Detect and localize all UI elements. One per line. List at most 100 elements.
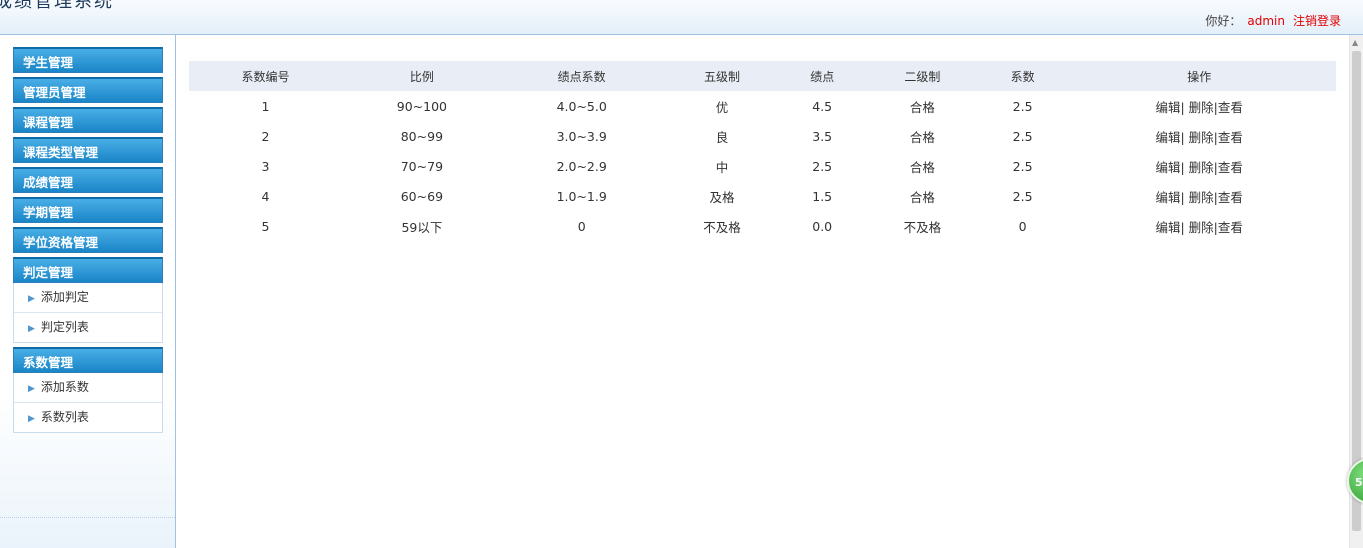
table-cell: 2.5	[1012, 98, 1033, 114]
delete-link[interactable]: 删除|	[1185, 100, 1218, 115]
column-header: 操作	[1187, 69, 1212, 84]
sidebar-group-2[interactable]: 课程管理	[13, 107, 163, 133]
table-cell: 2.0~2.9	[556, 158, 607, 174]
user-greeting: 你好： admin 注销登录	[1205, 12, 1341, 29]
row-actions: 编辑| 删除|查看	[1062, 121, 1336, 151]
view-link[interactable]: 查看	[1218, 160, 1243, 175]
table-cell: 4.5	[812, 98, 833, 114]
top-header: 成绩管理系统 你好： admin 注销登录	[0, 0, 1363, 35]
table-cell: 中	[715, 159, 729, 175]
table-cell: 2.5	[812, 158, 833, 174]
table-cell: 70~79	[400, 158, 444, 174]
table-cell: 80~99	[400, 128, 444, 144]
table-cell: 5	[261, 218, 270, 234]
table-cell: 不及格	[903, 219, 942, 235]
table-cell: 90~100	[396, 98, 448, 114]
edit-link[interactable]: 编辑|	[1155, 220, 1184, 235]
column-header: 系数	[1010, 69, 1035, 84]
sidebar-group-8[interactable]: 系数管理	[13, 347, 163, 373]
sidebar-menu: 学生管理管理员管理课程管理课程类型管理 成绩管理学期管理学位资格管理 判定管理 ▶ 添加…	[13, 47, 163, 437]
sidebar-group-3[interactable]: 课程类型管理	[13, 137, 163, 163]
row-actions: 编辑| 删除|查看	[1062, 181, 1336, 211]
main-content: 系数编号 比例 绩点系数 五级制 绩点 二级制 系数 操作 1 90~100 4.0~5.0 优 4.…	[189, 61, 1336, 241]
delete-link[interactable]: 删除|	[1185, 160, 1218, 175]
table-cell: 及格	[709, 189, 735, 205]
sidebar-subitem-label: 添加系数	[40, 380, 89, 394]
column-header: 绩点	[810, 69, 835, 84]
greeting-label: 你好：	[1205, 14, 1242, 28]
sidebar-sublist: ▶ 添加判定 ▶ 判定列表	[13, 283, 163, 343]
table-cell: 3.5	[812, 128, 833, 144]
delete-link[interactable]: 删除|	[1185, 220, 1218, 235]
app-title: 成绩管理系统	[0, 0, 114, 12]
sidebar-group-1[interactable]: 管理员管理	[13, 77, 163, 103]
caret-right-icon: ▶	[28, 384, 35, 394]
view-link[interactable]: 查看	[1218, 190, 1243, 205]
delete-link[interactable]: 删除|	[1185, 190, 1218, 205]
column-header: 比例	[409, 69, 434, 84]
table-row: 5 59以下 0 不及格 0.0 不及格 0 编辑| 删除|查看	[189, 211, 1336, 241]
username: admin	[1247, 14, 1285, 28]
edit-link[interactable]: 编辑|	[1155, 160, 1184, 175]
caret-right-icon: ▶	[28, 294, 35, 304]
view-link[interactable]: 查看	[1218, 220, 1243, 235]
sidebar-group-6[interactable]: 学位资格管理	[13, 227, 163, 253]
sidebar-subitem[interactable]: ▶ 添加系数	[14, 373, 162, 402]
sidebar-subitem-label: 判定列表	[40, 320, 89, 334]
logout-link[interactable]: 注销登录	[1293, 14, 1341, 28]
caret-right-icon: ▶	[28, 324, 35, 334]
table-row: 2 80~99 3.0~3.9 良 3.5 合格 2.5 编辑| 删除|查看	[189, 121, 1336, 151]
table-cell: 1.5	[812, 188, 833, 204]
sidebar-divider	[0, 517, 175, 518]
table-cell: 0	[1018, 218, 1027, 234]
row-actions: 编辑| 删除|查看	[1062, 211, 1336, 241]
sidebar-group-0[interactable]: 学生管理	[13, 47, 163, 73]
edit-link[interactable]: 编辑|	[1155, 100, 1184, 115]
sidebar-subitem-label: 系数列表	[40, 410, 89, 424]
table-cell: 1	[261, 98, 270, 114]
edit-link[interactable]: 编辑|	[1155, 130, 1184, 145]
column-header: 绩点系数	[557, 69, 606, 84]
table-cell: 合格	[909, 189, 935, 205]
table-cell: 2.5	[1012, 158, 1033, 174]
view-link[interactable]: 查看	[1218, 130, 1243, 145]
column-header: 五级制	[703, 69, 740, 84]
sidebar-subitem-label: 添加判定	[40, 290, 89, 304]
table-cell: 合格	[909, 129, 935, 145]
sidebar-group-7[interactable]: 判定管理	[13, 257, 163, 283]
view-link[interactable]: 查看	[1218, 100, 1243, 115]
table-cell: 2.5	[1012, 188, 1033, 204]
table-row: 4 60~69 1.0~1.9 及格 1.5 合格 2.5 编辑| 删除|查看	[189, 181, 1336, 211]
row-actions: 编辑| 删除|查看	[1062, 151, 1336, 181]
table-cell: 不及格	[703, 219, 741, 235]
scroll-up-arrow-icon[interactable]: ▲	[1352, 38, 1358, 47]
caret-right-icon: ▶	[28, 414, 35, 424]
sidebar-group-4[interactable]: 成绩管理	[13, 167, 163, 193]
sidebar-sublist: ▶ 添加系数 ▶ 系数列表	[13, 373, 163, 433]
table-cell: 4	[261, 188, 270, 204]
table-cell: 合格	[909, 99, 935, 115]
sidebar-subitem[interactable]: ▶ 系数列表	[14, 402, 162, 432]
table-cell: 2.5	[1012, 128, 1033, 144]
table-cell: 3.0~3.9	[556, 128, 607, 144]
table-cell: 优	[715, 99, 729, 115]
table-cell: 3	[261, 158, 270, 174]
table-body: 1 90~100 4.0~5.0 优 4.5 合格 2.5 编辑| 删除|查看 2 80~99 3.…	[189, 91, 1336, 241]
sidebar-subitem[interactable]: ▶ 添加判定	[14, 283, 162, 312]
table-cell: 合格	[909, 159, 935, 175]
table-row: 1 90~100 4.0~5.0 优 4.5 合格 2.5 编辑| 删除|查看	[189, 91, 1336, 121]
table-cell: 1.0~1.9	[556, 188, 607, 204]
coefficient-table: 系数编号 比例 绩点系数 五级制 绩点 二级制 系数 操作 1 90~100 4.0~5.0 优 4.…	[189, 61, 1336, 241]
delete-link[interactable]: 删除|	[1185, 130, 1218, 145]
table-header-row: 系数编号 比例 绩点系数 五级制 绩点 二级制 系数 操作	[189, 61, 1336, 91]
sidebar: 学生管理管理员管理课程管理课程类型管理 成绩管理学期管理学位资格管理 判定管理 ▶ 添加…	[0, 35, 176, 548]
sidebar-group-5[interactable]: 学期管理	[13, 197, 163, 223]
table-cell: 59以下	[401, 219, 443, 235]
table-cell: 0	[577, 218, 586, 234]
row-actions: 编辑| 删除|查看	[1062, 91, 1336, 121]
sidebar-subitem[interactable]: ▶ 判定列表	[14, 312, 162, 342]
table-cell: 4.0~5.0	[556, 98, 607, 114]
edit-link[interactable]: 编辑|	[1155, 190, 1184, 205]
table-cell: 2	[261, 128, 270, 144]
table-row: 3 70~79 2.0~2.9 中 2.5 合格 2.5 编辑| 删除|查看	[189, 151, 1336, 181]
